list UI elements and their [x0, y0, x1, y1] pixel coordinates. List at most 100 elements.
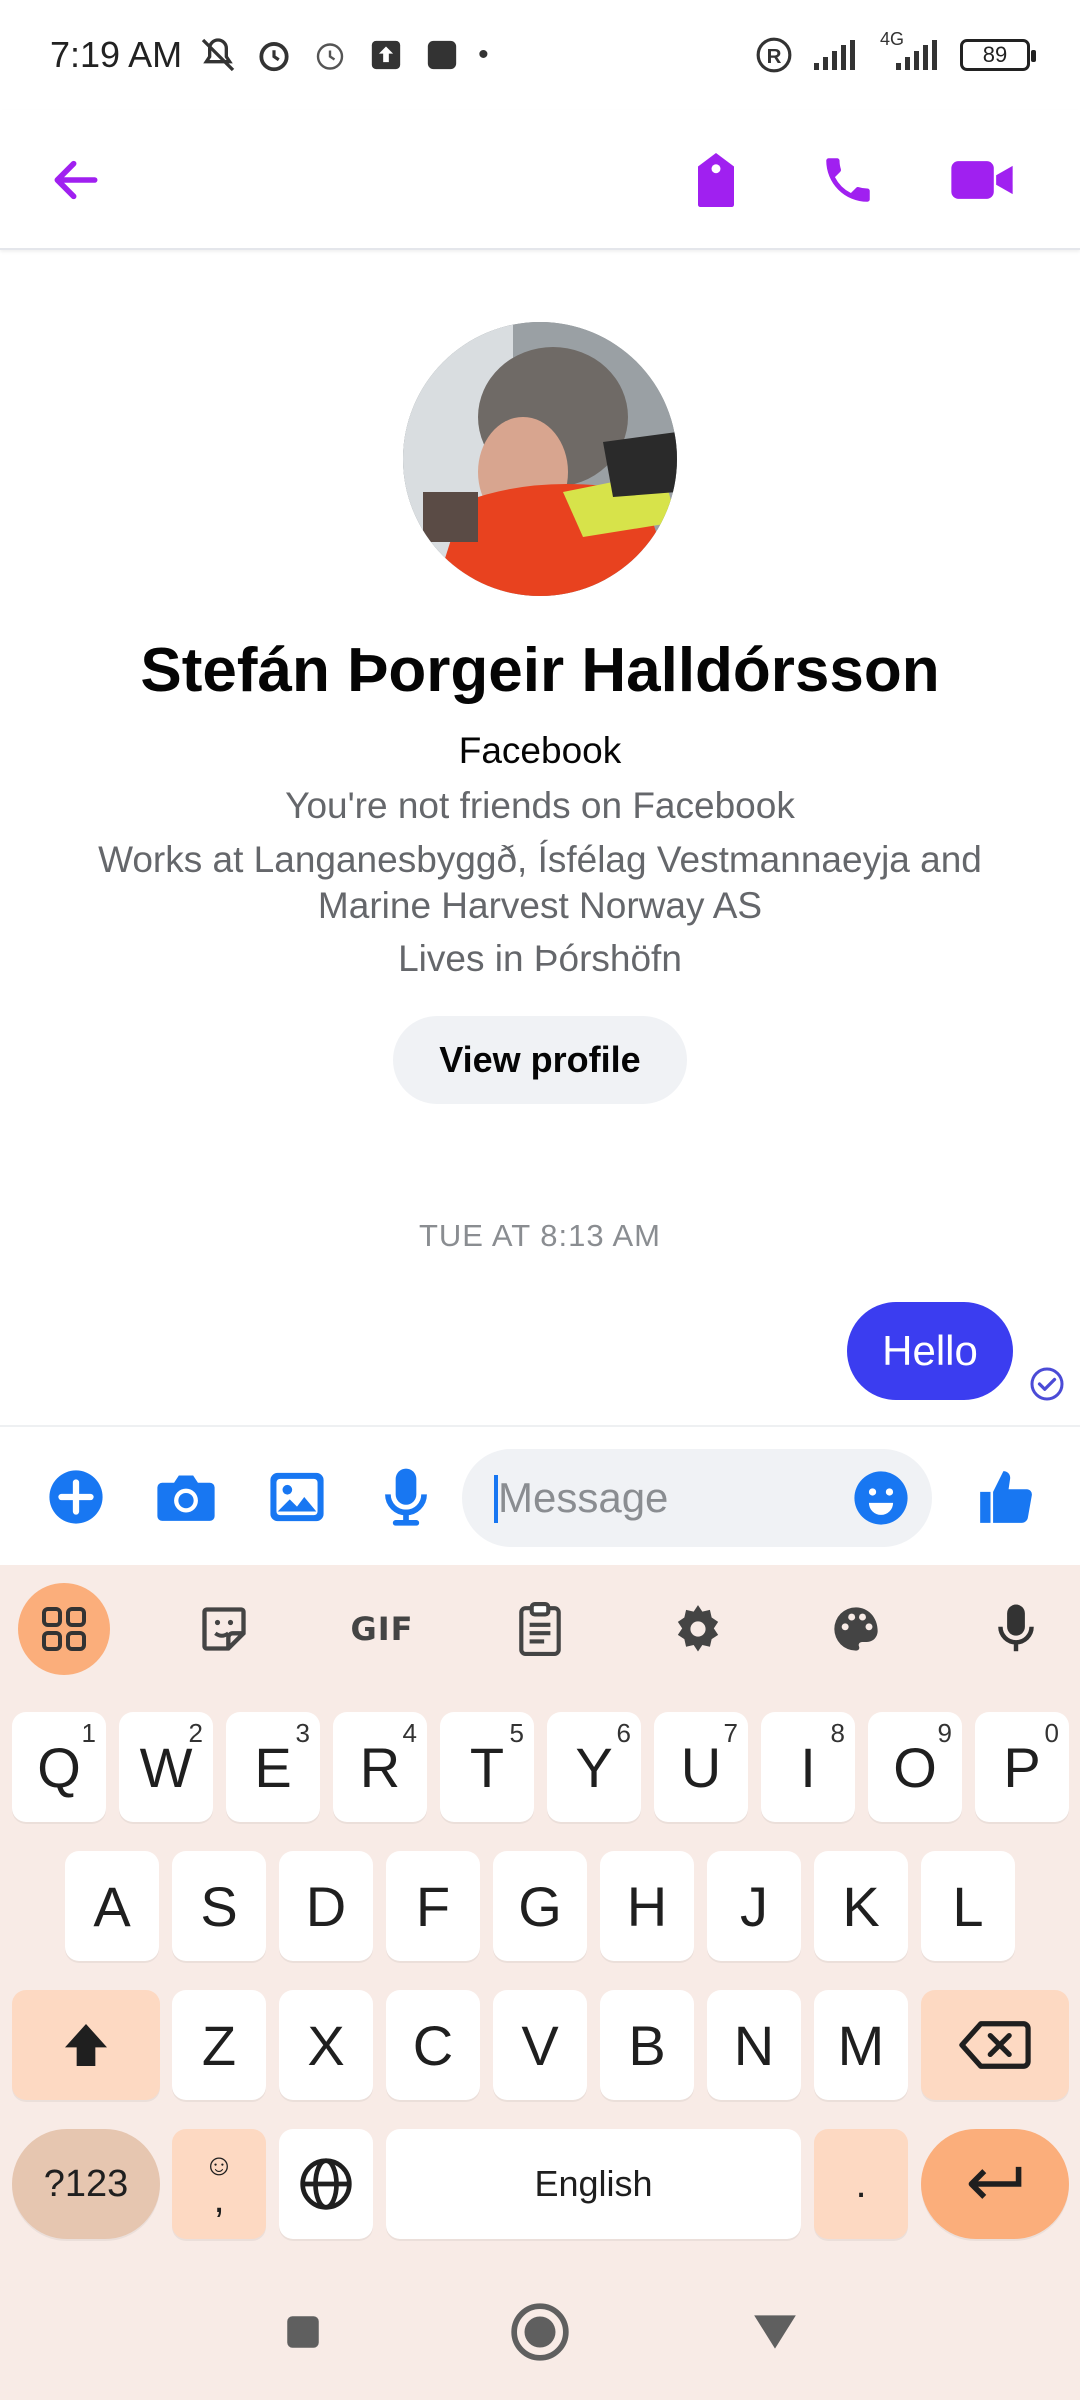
battery-level: 89: [982, 42, 1008, 67]
tag-button[interactable]: [676, 140, 756, 220]
arrow-left-icon: [54, 160, 98, 200]
voice-message-button[interactable]: [372, 1463, 440, 1531]
key-w[interactable]: W2: [119, 1712, 213, 1822]
back-button[interactable]: [36, 140, 116, 220]
space-key[interactable]: English: [386, 2129, 801, 2239]
microphone-icon: [998, 1604, 1034, 1652]
plus-icon: [49, 1470, 103, 1524]
emoji-icon: [854, 1471, 908, 1525]
key-m[interactable]: M: [814, 1990, 908, 2100]
key-t[interactable]: T5: [440, 1712, 534, 1822]
emoji-comma-key[interactable]: ☺ ,: [172, 2129, 266, 2239]
key-c[interactable]: C: [386, 1990, 480, 2100]
key-n[interactable]: N: [707, 1990, 801, 2100]
key-a[interactable]: A: [65, 1851, 159, 1961]
gif-button[interactable]: GIF: [336, 1583, 428, 1675]
work-info-line2: Marine Harvest Norway AS: [317, 885, 763, 926]
key-v[interactable]: V: [493, 1990, 587, 2100]
camera-button[interactable]: [152, 1463, 220, 1531]
status-left: 7:19 AM •: [50, 34, 489, 76]
period-key[interactable]: .: [814, 2129, 908, 2239]
microphone-icon: [385, 1468, 427, 1526]
dot-icon: •: [478, 38, 489, 71]
symbols-key[interactable]: ?123: [12, 2129, 160, 2239]
key-i[interactable]: I8: [761, 1712, 855, 1822]
alarm-outline-icon: [310, 35, 350, 75]
sticker-icon: [202, 1607, 246, 1651]
globe-icon: [300, 2158, 352, 2210]
key-l[interactable]: L: [921, 1851, 1015, 1961]
key-s[interactable]: S: [172, 1851, 266, 1961]
key-j[interactable]: J: [707, 1851, 801, 1961]
key-y[interactable]: Y6: [547, 1712, 641, 1822]
key-r[interactable]: R4: [333, 1712, 427, 1822]
key-g[interactable]: G: [493, 1851, 587, 1961]
message-field[interactable]: [462, 1449, 932, 1547]
back-icon: [754, 2315, 796, 2349]
enter-icon: [968, 2166, 1022, 2199]
mute-icon: [198, 35, 238, 75]
key-d[interactable]: D: [279, 1851, 373, 1961]
home-button[interactable]: [505, 2297, 575, 2367]
message-input[interactable]: [498, 1473, 838, 1523]
sent-message-bubble[interactable]: Hello: [847, 1302, 1013, 1400]
gallery-icon: [270, 1472, 324, 1522]
message-composer: [0, 1425, 1080, 1565]
shift-icon: [65, 2024, 107, 2066]
backspace-icon: [959, 2021, 1031, 2069]
more-actions-button[interactable]: [42, 1463, 110, 1531]
key-e[interactable]: E3: [226, 1712, 320, 1822]
profile-name: Stefán Þorgeir Halldórsson: [140, 636, 940, 705]
key-f[interactable]: F: [386, 1851, 480, 1961]
clipboard-icon: [519, 1602, 561, 1656]
theme-button[interactable]: [810, 1583, 902, 1675]
message-text: Hello: [882, 1327, 978, 1374]
view-profile-button[interactable]: View profile: [393, 1016, 687, 1104]
sent-check-icon: [1030, 1367, 1064, 1401]
key-z[interactable]: Z: [172, 1990, 266, 2100]
gallery-button[interactable]: [263, 1463, 331, 1531]
voice-input-button[interactable]: [970, 1583, 1062, 1675]
like-icon: [980, 1471, 1032, 1523]
emoji-button[interactable]: [852, 1469, 910, 1527]
avatar[interactable]: [403, 322, 677, 596]
key-k[interactable]: K: [814, 1851, 908, 1961]
shift-key[interactable]: [12, 1990, 160, 2100]
profile-source: Facebook: [458, 730, 622, 771]
upload-icon: [366, 35, 406, 75]
key-h[interactable]: H: [600, 1851, 694, 1961]
status-right: R 4G 89: [754, 29, 1036, 75]
video-call-button[interactable]: [942, 140, 1022, 220]
clipboard-button[interactable]: [494, 1583, 586, 1675]
status-bar: 7:19 AM • R 4G 89: [0, 0, 1080, 110]
language-key[interactable]: [279, 2129, 373, 2239]
keyboard-settings-button[interactable]: [652, 1583, 744, 1675]
key-x[interactable]: X: [279, 1990, 373, 2100]
battery-indicator: 89: [960, 39, 1036, 71]
call-button[interactable]: [808, 140, 888, 220]
home-icon: [511, 2303, 569, 2361]
alarm-icon: [254, 35, 294, 75]
status-time: 7:19 AM: [50, 34, 183, 75]
key-u[interactable]: U7: [654, 1712, 748, 1822]
like-button[interactable]: [972, 1463, 1040, 1531]
settings-icon: [677, 1605, 719, 1652]
recents-button[interactable]: [268, 2297, 338, 2367]
key-p[interactable]: P0: [975, 1712, 1069, 1822]
signal-icon: [812, 35, 860, 75]
key-q[interactable]: Q1: [12, 1712, 106, 1822]
key-o[interactable]: O9: [868, 1712, 962, 1822]
enter-key[interactable]: [921, 2129, 1069, 2239]
network-label: 4G: [880, 29, 905, 49]
key-b[interactable]: B: [600, 1990, 694, 2100]
keyboard-apps-button[interactable]: [18, 1583, 110, 1675]
nav-back-button[interactable]: [740, 2297, 810, 2367]
system-navigation-bar: [0, 2265, 1080, 2400]
app-notification-icon: [422, 35, 462, 75]
sticker-button[interactable]: [178, 1583, 270, 1675]
camera-icon: [157, 1475, 215, 1521]
location-info: Lives in Þórshöfn: [398, 938, 682, 979]
tag-icon: [698, 153, 734, 207]
backspace-key[interactable]: [921, 1990, 1069, 2100]
signal-4g-icon: 4G: [878, 29, 942, 75]
